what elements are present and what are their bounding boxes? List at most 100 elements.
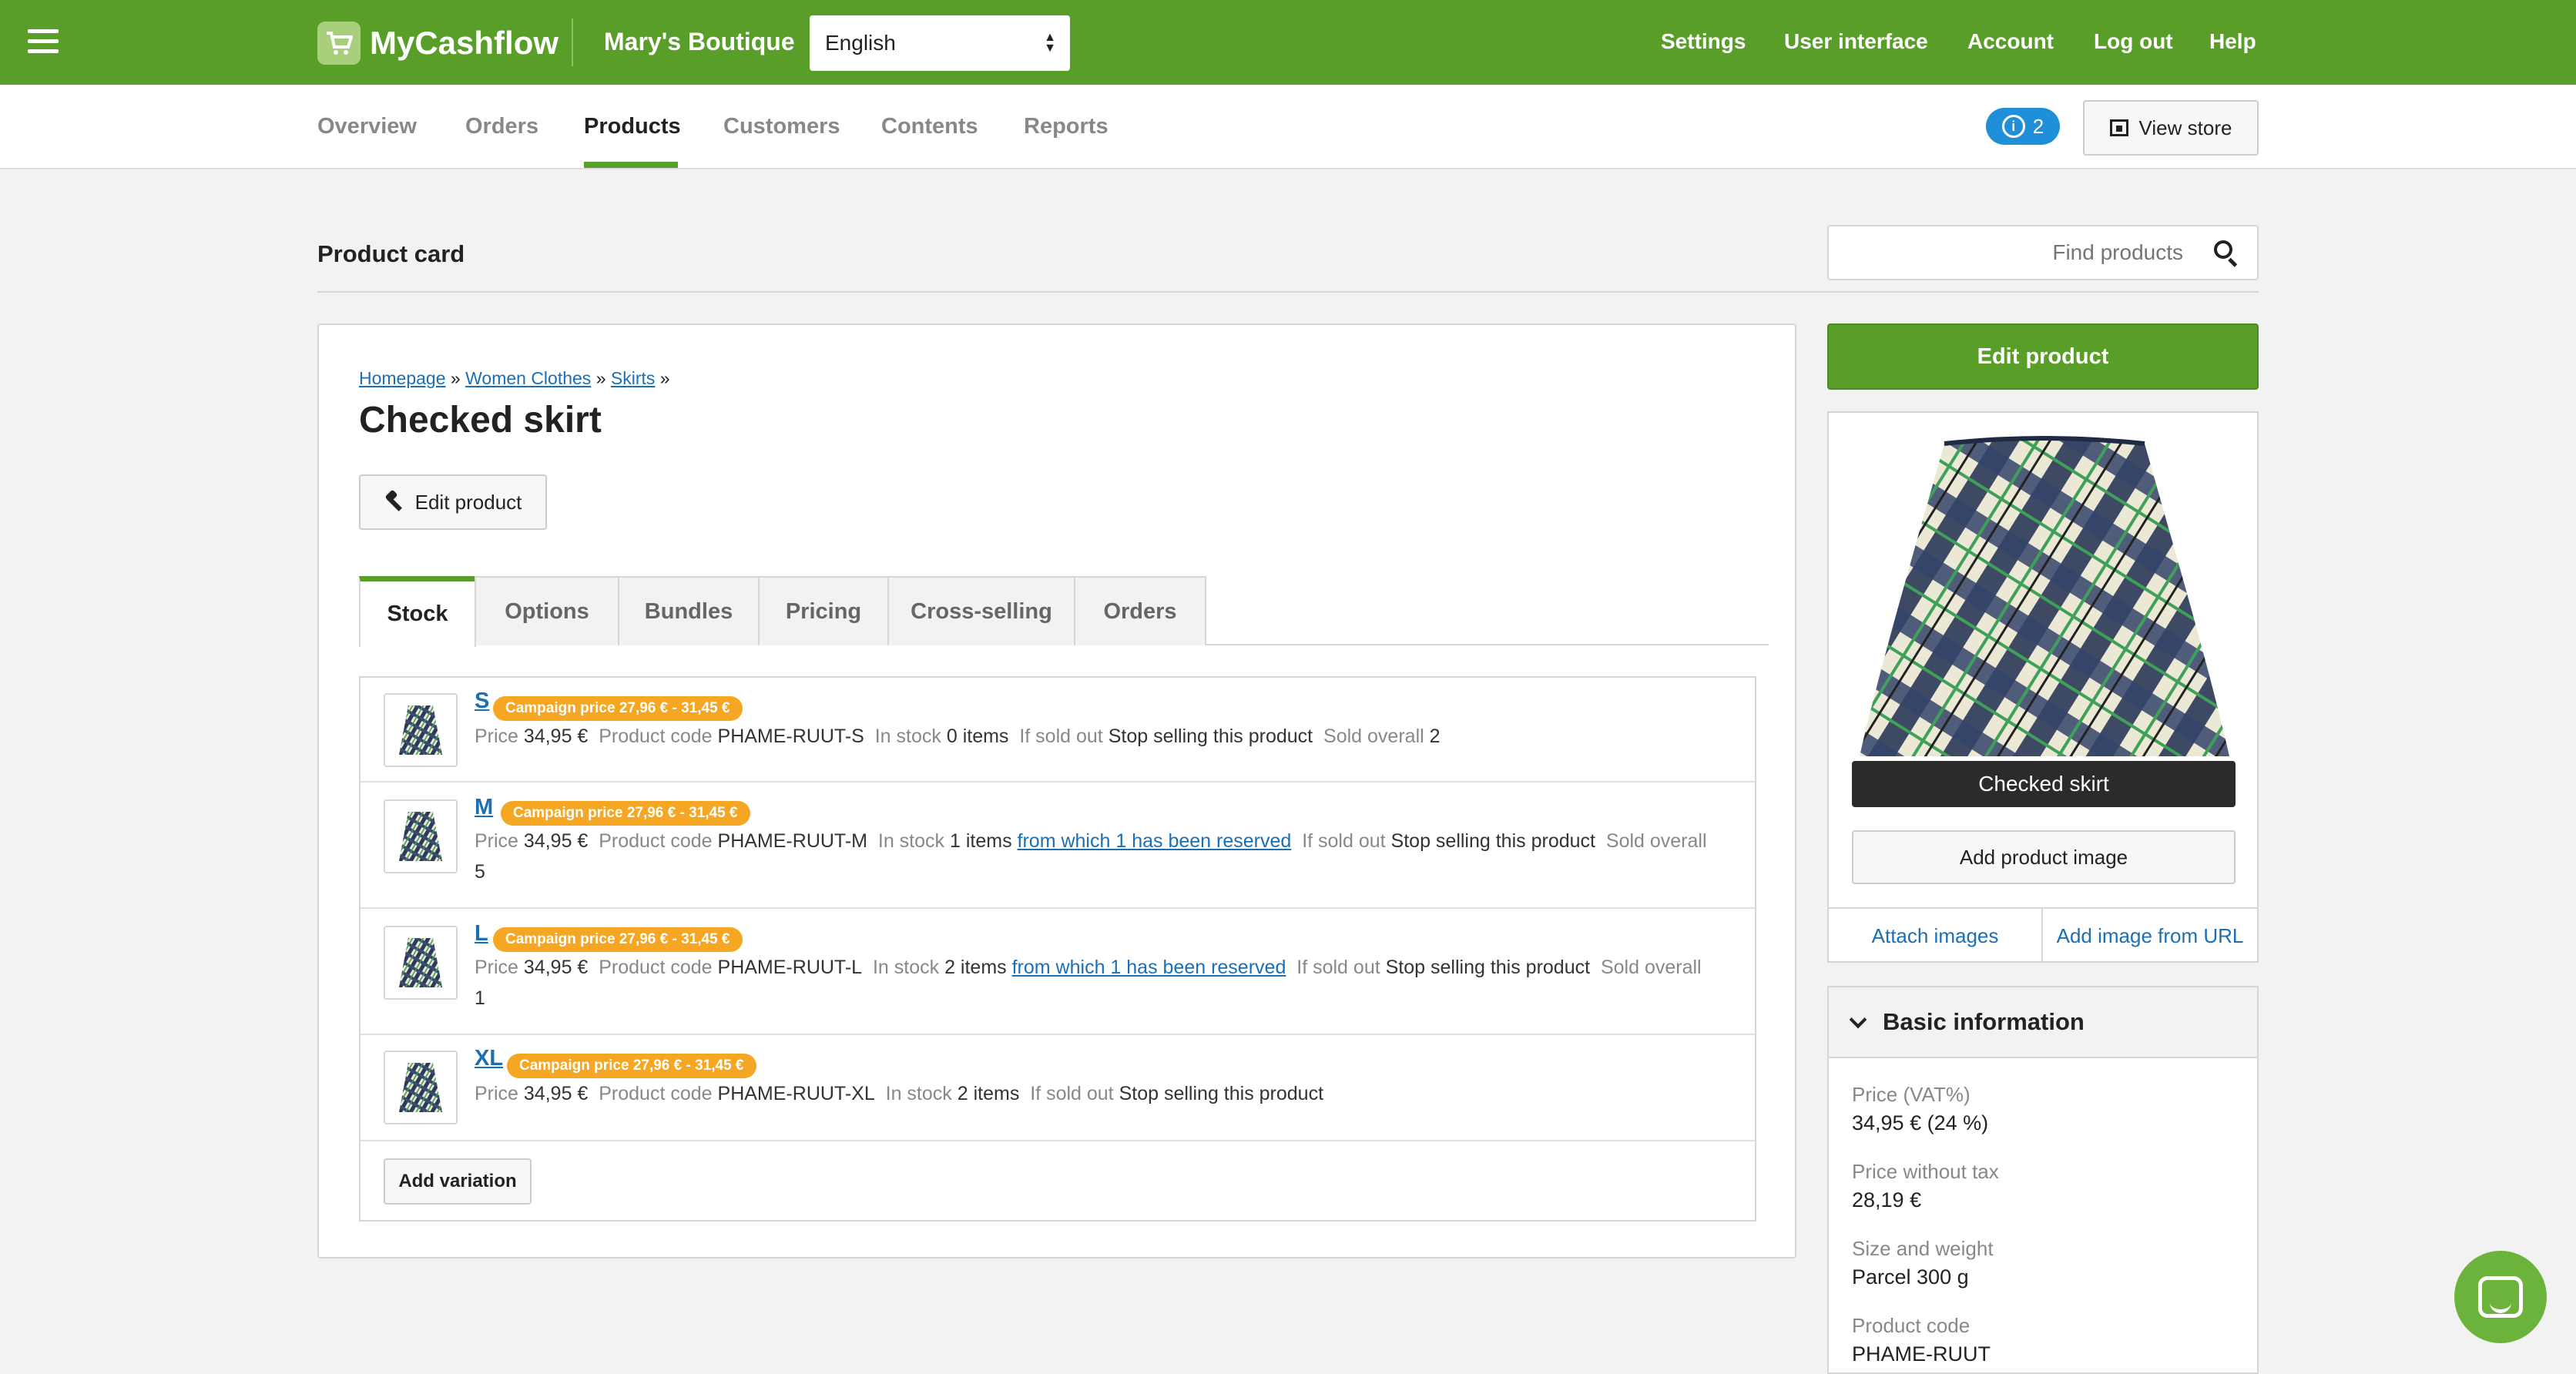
nav-account[interactable]: Account	[1967, 29, 2054, 54]
store-icon	[2109, 119, 2128, 136]
basic-information-header[interactable]: Basic information	[1829, 987, 2257, 1058]
breadcrumb-homepage[interactable]: Homepage	[359, 368, 446, 388]
language-select[interactable]: English ▲ ▼	[810, 15, 1070, 71]
tab-cross-selling[interactable]: Cross-selling	[887, 576, 1075, 645]
nav-log-out[interactable]: Log out	[2094, 29, 2173, 54]
variation-thumbnail[interactable]	[384, 693, 458, 767]
product-code-label: Product code	[599, 726, 713, 747]
info-price-without-tax: Price without tax 28,19 €	[1852, 1160, 1999, 1212]
search-box	[1827, 225, 2259, 280]
tab-products[interactable]: Products	[584, 114, 681, 139]
tab-overview[interactable]: Overview	[317, 114, 417, 139]
variation-row: S Campaign price 27,96 € - 31,45 € Price…	[361, 678, 1755, 783]
campaign-badge: Campaign price 27,96 € - 31,45 €	[507, 1054, 756, 1078]
edit-product-label: Edit product	[414, 490, 522, 514]
variation-link[interactable]: L	[475, 921, 488, 946]
variation-thumbnail[interactable]	[384, 799, 458, 873]
sold-out-label: If sold out	[1030, 1083, 1114, 1104]
chat-button[interactable]	[2454, 1251, 2547, 1343]
add-variation-button[interactable]: Add variation	[384, 1158, 532, 1205]
sold-out-value: Stop selling this product	[1390, 830, 1595, 852]
edit-product-button[interactable]: Edit product	[359, 474, 547, 530]
variation-row: XL Campaign price 27,96 € - 31,45 € Pric…	[361, 1035, 1755, 1141]
tab-pricing[interactable]: Pricing	[758, 576, 889, 645]
variation-link[interactable]: XL	[475, 1046, 503, 1071]
variation-details: Price 34,95 € Product code PHAME-RUUT-S …	[475, 721, 1738, 752]
add-product-image-button[interactable]: Add product image	[1852, 830, 2236, 884]
variation-name[interactable]: L	[475, 921, 488, 947]
notifications-badge[interactable]: i 2	[1986, 108, 2060, 145]
price-label: Price	[475, 830, 518, 852]
language-value: English	[825, 31, 896, 55]
breadcrumb-skirts[interactable]: Skirts	[611, 368, 656, 388]
search-input[interactable]	[1829, 226, 2191, 279]
price-label: Price	[475, 1083, 518, 1104]
tab-orders[interactable]: Orders	[465, 114, 538, 139]
variation-name[interactable]: XL	[475, 1046, 503, 1071]
variation-thumbnail[interactable]	[384, 1051, 458, 1124]
in-stock-value: 2 items	[944, 957, 1007, 978]
tab-bundles[interactable]: Bundles	[618, 576, 760, 645]
edit-product-primary-button[interactable]: Edit product	[1827, 323, 2259, 390]
tab-customers[interactable]: Customers	[723, 114, 840, 139]
nav-help[interactable]: Help	[2209, 29, 2256, 54]
menu-icon[interactable]	[28, 29, 59, 55]
price-value: 34,95 €	[523, 726, 589, 747]
basic-information-title: Basic information	[1883, 1008, 2085, 1035]
campaign-badge: Campaign price 27,96 € - 31,45 €	[493, 927, 743, 952]
variation-row: L Campaign price 27,96 € - 31,45 € Price…	[361, 909, 1755, 1035]
info-value: PHAME-RUUT	[1852, 1342, 1991, 1366]
sold-overall-label: Sold overall	[1323, 726, 1424, 747]
info-label: Price (VAT%)	[1852, 1083, 1971, 1106]
info-value: 28,19 €	[1852, 1188, 1922, 1211]
breadcrumb-women-clothes[interactable]: Women Clothes	[465, 368, 591, 388]
add-image-url-link[interactable]: Add image from URL	[2043, 909, 2257, 963]
variation-name[interactable]: M	[475, 795, 493, 820]
variation-thumbnail[interactable]	[384, 926, 458, 1000]
breadcrumb-separator: »	[659, 368, 670, 388]
product-image-panel: Checked skirt Add product image Attach i…	[1827, 411, 2259, 963]
breadcrumb-separator: »	[450, 368, 461, 388]
product-code-value: PHAME-RUUT-L	[717, 957, 863, 978]
price-value: 34,95 €	[523, 830, 589, 852]
in-stock-value: 2 items	[957, 1083, 1020, 1104]
tab-reports[interactable]: Reports	[1024, 114, 1109, 139]
tab-stock[interactable]: Stock	[359, 576, 476, 647]
view-store-button[interactable]: View store	[2083, 100, 2259, 156]
product-tabs: Stock Options Bundles Pricing Cross-sell…	[359, 576, 1769, 647]
chevron-down-icon	[1849, 1010, 1867, 1029]
tab-options[interactable]: Options	[475, 576, 619, 645]
info-label: Product code	[1852, 1314, 1971, 1337]
variation-details: Price 34,95 € Product code PHAME-RUUT-L …	[475, 952, 1738, 1014]
logo[interactable]: MyCashflow	[317, 22, 558, 65]
nav-settings[interactable]: Settings	[1661, 29, 1746, 54]
cart-logo-icon	[317, 22, 361, 65]
campaign-badge: Campaign price 27,96 € - 31,45 €	[493, 696, 743, 721]
variation-link[interactable]: M	[475, 795, 493, 819]
notifications-count: 2	[2032, 114, 2044, 138]
variation-name[interactable]: S	[475, 689, 489, 714]
chat-icon	[2478, 1276, 2523, 1318]
product-code-value: PHAME-RUUT-S	[717, 726, 864, 747]
select-arrows-icon: ▲ ▼	[1044, 31, 1056, 55]
variation-link[interactable]: S	[475, 689, 489, 713]
tab-orders[interactable]: Orders	[1074, 576, 1206, 645]
sold-out-label: If sold out	[1019, 726, 1103, 747]
product-code-value: PHAME-RUUT-M	[717, 830, 867, 852]
product-code-label: Product code	[599, 957, 713, 978]
search-icon[interactable]	[2214, 240, 2240, 267]
sold-out-label: If sold out	[1302, 830, 1386, 852]
nav-user-interface[interactable]: User interface	[1784, 29, 1928, 54]
price-value: 34,95 €	[523, 957, 589, 978]
attach-images-link[interactable]: Attach images	[1829, 909, 2041, 963]
info-size-weight: Size and weight Parcel 300 g	[1852, 1237, 1994, 1289]
product-image[interactable]	[1852, 433, 2237, 759]
reserved-link[interactable]: from which 1 has been reserved	[1012, 957, 1286, 978]
tab-contents[interactable]: Contents	[881, 114, 978, 139]
reserved-link[interactable]: from which 1 has been reserved	[1018, 830, 1292, 852]
price-value: 34,95 €	[523, 1083, 589, 1104]
in-stock-label: In stock	[874, 726, 941, 747]
product-code-label: Product code	[599, 1083, 713, 1104]
info-value: 34,95 € (24 %)	[1852, 1111, 1989, 1134]
info-label: Size and weight	[1852, 1237, 1994, 1260]
